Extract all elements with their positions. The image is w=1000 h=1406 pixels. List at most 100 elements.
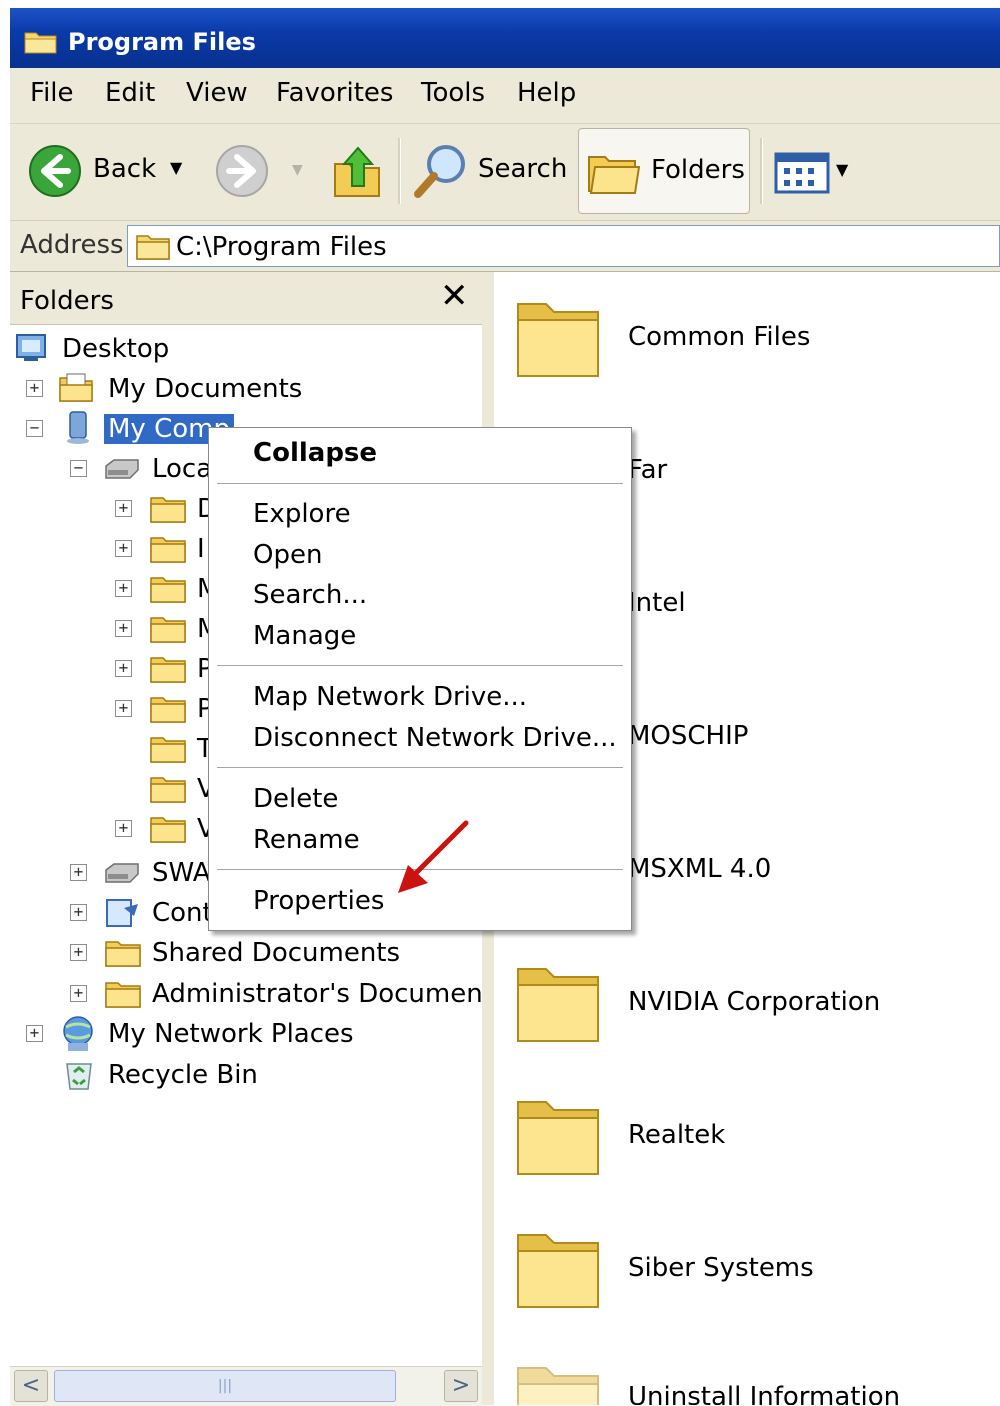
expand-icon[interactable]: + [70, 944, 87, 961]
views-button[interactable]: ▼ [774, 152, 854, 194]
tree-item-drive[interactable]: + SWA [70, 854, 220, 894]
menu-item-map-network-drive[interactable]: Map Network Drive... [253, 682, 527, 712]
tree-item-recycle-bin[interactable]: Recycle Bin [26, 1056, 326, 1096]
expand-icon[interactable]: + [70, 864, 87, 881]
close-icon[interactable]: ✕ [440, 276, 469, 316]
menu-favorites[interactable]: Favorites [276, 78, 393, 108]
menu-item-disconnect-network-drive[interactable]: Disconnect Network Drive... [253, 723, 617, 753]
folders-button[interactable]: Folders [578, 128, 750, 214]
up-folder-icon[interactable] [332, 142, 384, 200]
folder-tile[interactable]: Realtek [494, 1094, 1000, 1194]
collapse-icon[interactable]: − [26, 420, 43, 437]
menu-item-rename[interactable]: Rename [253, 825, 360, 855]
menu-item-properties[interactable]: Properties [253, 886, 384, 916]
tree-item-folder[interactable]: + P [115, 650, 215, 690]
expand-icon[interactable]: + [26, 380, 43, 397]
back-button[interactable]: Back ▼ [28, 142, 184, 202]
tree-item-folder[interactable]: + I [115, 530, 215, 570]
menu-separator [217, 483, 623, 485]
expand-icon[interactable]: + [70, 904, 87, 921]
tree-label: Cont [152, 898, 213, 928]
tree-label: My Network Places [108, 1019, 354, 1049]
scroll-left-button[interactable]: < [14, 1370, 48, 1402]
expand-icon[interactable]: + [115, 820, 132, 837]
tree-item-folder[interactable]: T [115, 730, 215, 770]
expand-icon[interactable]: + [70, 985, 87, 1002]
expand-icon[interactable]: + [115, 620, 132, 637]
search-label: Search [478, 154, 568, 184]
folder-tile[interactable]: NVIDIA Corporation [494, 961, 1000, 1061]
menu-help[interactable]: Help [517, 78, 576, 108]
folder-icon [150, 577, 186, 603]
horizontal-scrollbar[interactable]: < ||| > [10, 1366, 482, 1406]
expand-icon[interactable]: + [115, 500, 132, 517]
toolbar: Back ▼ ▼ Search Folders ▼ [10, 124, 1000, 221]
scroll-thumb[interactable]: ||| [54, 1370, 396, 1402]
tree-item-administrators-documents[interactable]: + Administrator's Documents [70, 975, 506, 1015]
folder-name: MOSCHIP [628, 721, 749, 751]
folders-pane-header: Folders ✕ [10, 272, 482, 325]
folders-pane-title: Folders [20, 286, 114, 316]
forward-arrow-icon[interactable] [215, 144, 269, 198]
tree-item-folder[interactable]: V [115, 770, 215, 810]
tree-label: Loca [152, 454, 213, 484]
menu-item-delete[interactable]: Delete [253, 784, 338, 814]
tree-item-local-disk[interactable]: − Loca [70, 450, 220, 490]
tree-item-my-network-places[interactable]: + My Network Places [26, 1015, 426, 1055]
menu-tools[interactable]: Tools [421, 78, 485, 108]
title-bar[interactable]: Program Files [10, 8, 1000, 68]
expand-icon[interactable]: + [115, 540, 132, 557]
folders-icon [588, 156, 641, 194]
tree-item-folder[interactable]: + M [115, 610, 219, 650]
expand-icon[interactable]: + [115, 580, 132, 597]
views-icon [774, 152, 830, 194]
folder-icon [150, 777, 186, 803]
tree-label: Shared Documents [152, 938, 401, 968]
back-label: Back [93, 154, 157, 184]
folder-tile[interactable]: Common Files [494, 296, 1000, 396]
menu-view[interactable]: View [186, 78, 248, 108]
tree-item-control-panel[interactable]: + Cont [70, 894, 220, 934]
tree-item-my-documents[interactable]: + My Documents [26, 370, 326, 410]
search-icon [414, 145, 465, 198]
annotation-arrow-icon [398, 820, 469, 893]
folder-tile[interactable]: Siber Systems [494, 1227, 1000, 1327]
address-bar: Address C:\Program Files [10, 221, 1000, 272]
folder-icon [136, 235, 170, 260]
toolbar-separator [760, 138, 763, 204]
tree-item-desktop[interactable]: Desktop [14, 330, 314, 370]
tree-item-folder[interactable]: + V [115, 810, 215, 850]
menu-file[interactable]: File [30, 78, 74, 108]
tree-item-folder[interactable]: + D [115, 490, 217, 530]
menu-item-explore[interactable]: Explore [253, 499, 351, 529]
menu-edit[interactable]: Edit [105, 78, 155, 108]
tree-item-folder[interactable]: + P [115, 690, 215, 730]
address-label: Address [20, 230, 124, 260]
folder-icon [150, 537, 186, 563]
folder-name: MSXML 4.0 [628, 854, 772, 884]
expand-icon[interactable]: + [115, 660, 132, 677]
address-field[interactable]: C:\Program Files [127, 225, 1000, 267]
drive-icon [105, 459, 139, 479]
drive-icon [105, 863, 139, 883]
folder-name: Uninstall Information [628, 1382, 901, 1405]
folder-icon [150, 817, 186, 843]
expand-icon[interactable]: + [26, 1025, 43, 1042]
folder-icon [150, 497, 186, 523]
folder-name: Realtek [628, 1120, 726, 1150]
tree-item-shared-documents[interactable]: + Shared Documents [70, 934, 470, 974]
forward-dropdown-icon: ▼ [292, 162, 303, 178]
menu-item-collapse[interactable]: Collapse [253, 438, 377, 468]
menu-item-search[interactable]: Search... [253, 580, 367, 610]
folder-tile[interactable]: Uninstall Information [494, 1360, 1000, 1405]
search-button[interactable]: Search [412, 140, 568, 202]
collapse-icon[interactable]: − [70, 460, 87, 477]
menu-item-manage[interactable]: Manage [253, 621, 356, 651]
scroll-right-button[interactable]: > [444, 1370, 478, 1402]
tree-label: Desktop [62, 334, 170, 364]
back-dropdown-icon[interactable]: ▼ [170, 158, 182, 177]
tree-item-folder[interactable]: + M [115, 570, 219, 610]
menu-item-open[interactable]: Open [253, 540, 322, 570]
folders-label: Folders [651, 155, 745, 185]
expand-icon[interactable]: + [115, 700, 132, 717]
